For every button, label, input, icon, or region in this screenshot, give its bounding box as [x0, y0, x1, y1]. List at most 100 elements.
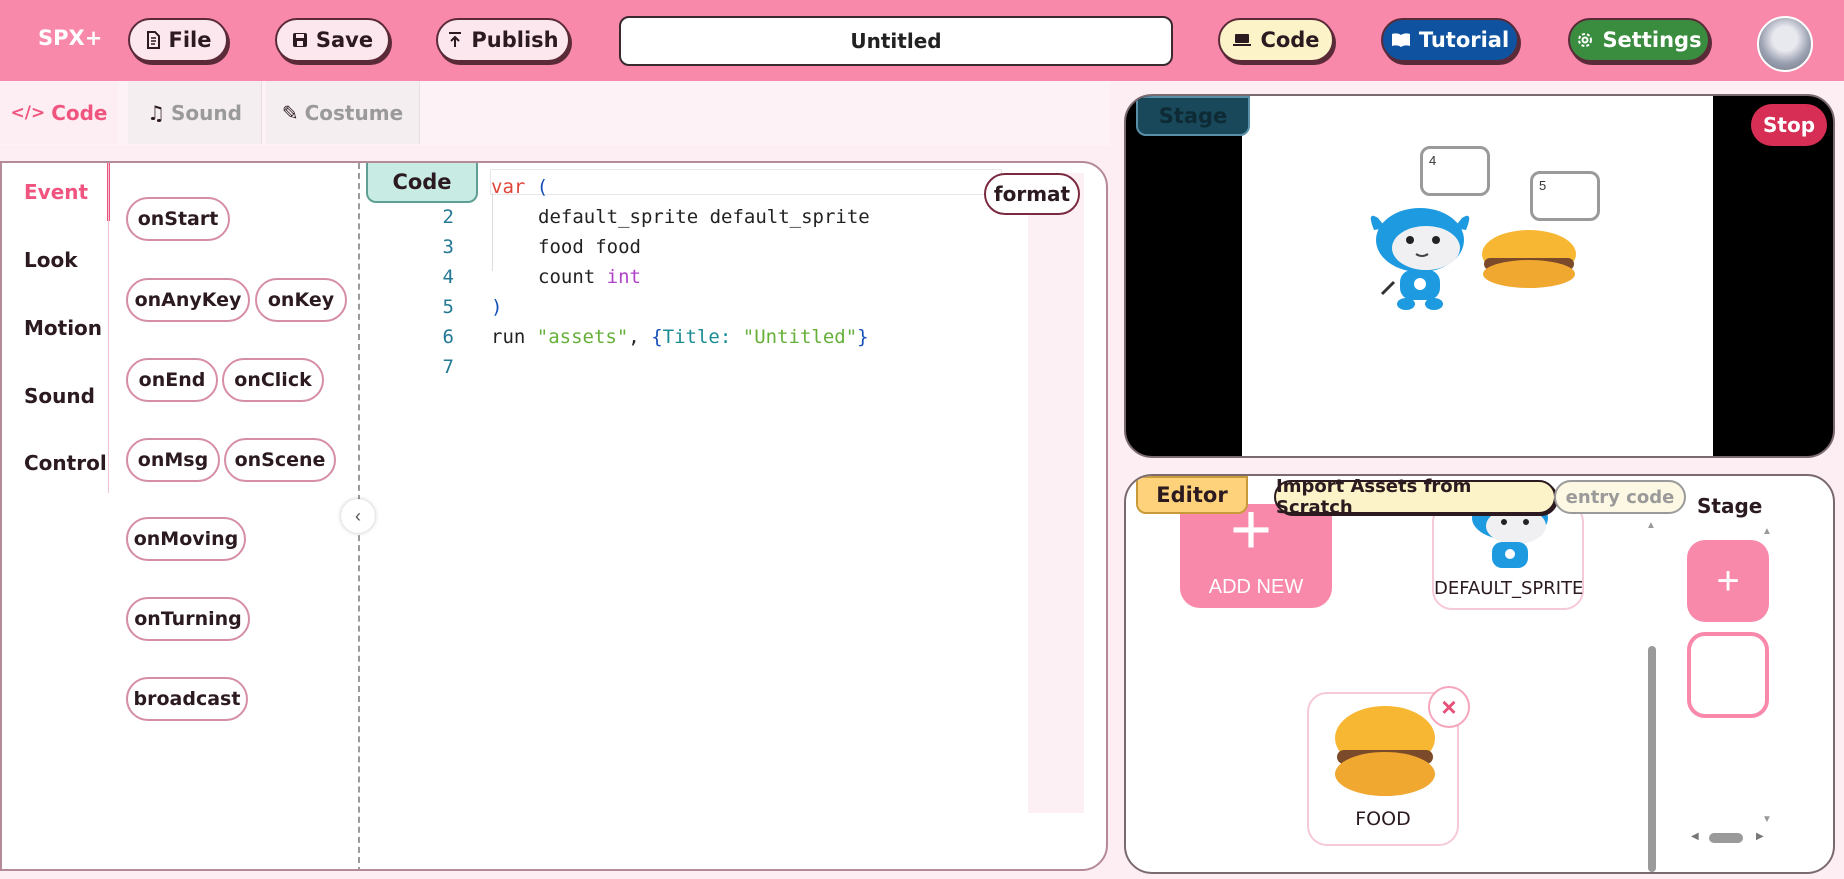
- stage-canvas[interactable]: 4 5: [1242, 96, 1713, 456]
- code-editor[interactable]: 2 3 4 5 6 7 var ( default_sprite default…: [366, 163, 1091, 813]
- add-new-sprite-button[interactable]: + ADD NEW: [1180, 494, 1332, 608]
- format-button[interactable]: format: [984, 173, 1080, 215]
- category-event[interactable]: Event: [24, 180, 88, 204]
- bracket: }: [857, 326, 869, 348]
- plus-icon: +: [1716, 558, 1740, 603]
- block-onkey[interactable]: onKey: [255, 278, 347, 322]
- file-button-label: File: [168, 28, 212, 52]
- block-onanykey[interactable]: onAnyKey: [126, 278, 250, 322]
- chevron-left-icon: ‹: [355, 505, 361, 526]
- code-icon: </>: [10, 102, 46, 123]
- block-broadcast[interactable]: broadcast: [126, 677, 248, 721]
- block-onmoving[interactable]: onMoving: [126, 517, 246, 561]
- string: "assets": [536, 326, 629, 348]
- music-note-icon: ♫: [147, 100, 165, 125]
- default-sprite-image: [1370, 208, 1470, 310]
- code-line-4: count int: [538, 266, 641, 288]
- current-line-highlight: [490, 169, 1002, 195]
- gear-icon: [1578, 33, 1593, 47]
- line-number: 7: [442, 356, 454, 378]
- side-stage-label: Stage: [1697, 494, 1763, 518]
- import-assets-button[interactable]: Import Assets from Scratch: [1274, 476, 1556, 518]
- scroll-right-arrow-icon: ▶: [1756, 831, 1764, 842]
- settings-label: Settings: [1602, 28, 1702, 52]
- tab-costume[interactable]: ✎ Costume: [266, 81, 420, 144]
- bracket: {: [651, 326, 663, 348]
- tutorial-label: Tutorial: [1418, 28, 1510, 52]
- minimap[interactable]: [1028, 173, 1084, 813]
- code-line-1: var (: [491, 176, 548, 198]
- logo: SPX+: [38, 26, 103, 50]
- identifier: count: [538, 266, 596, 288]
- punctuation: :: [719, 326, 732, 348]
- sprite-editor-panel: + ADD NEW DEFAULT_SPRITE FOOD × ▲ Editor…: [1124, 474, 1835, 874]
- save-icon: [292, 33, 307, 47]
- upload-icon: [449, 32, 462, 47]
- avatar[interactable]: [1757, 16, 1813, 72]
- sprite-card-default-sprite[interactable]: DEFAULT_SPRITE: [1432, 502, 1584, 610]
- backdrop-card[interactable]: [1687, 632, 1769, 718]
- keyword: var: [491, 176, 526, 198]
- scroll-up-arrow-icon: ▲: [1762, 526, 1772, 537]
- editor-panel-label: Editor: [1136, 476, 1248, 514]
- type: int: [606, 266, 641, 288]
- code-line-6: run "assets", {Title: "Untitled"}: [491, 326, 869, 348]
- line-number: 6: [442, 326, 454, 348]
- add-new-label: ADD NEW: [1208, 576, 1304, 598]
- category-motion[interactable]: Motion: [24, 316, 102, 340]
- sprite-list-scrollbar[interactable]: ▲: [1646, 520, 1656, 872]
- stage-panel-label: Stage: [1136, 96, 1250, 136]
- code-mode-button[interactable]: Code: [1218, 18, 1334, 62]
- close-icon: ×: [1441, 691, 1457, 722]
- file-button[interactable]: File: [128, 18, 228, 62]
- line-number: 5: [442, 296, 454, 318]
- food-sprite-image: [1482, 230, 1576, 288]
- sprite-name: DEFAULT_SPRITE: [1434, 578, 1584, 599]
- speech-bubble: 5: [1530, 171, 1600, 221]
- block-onclick[interactable]: onClick: [222, 358, 324, 402]
- line-number: 3: [442, 236, 454, 258]
- tab-sound[interactable]: ♫ Sound: [128, 81, 262, 144]
- code-mode-label: Code: [1260, 28, 1320, 52]
- publish-button[interactable]: Publish: [436, 18, 570, 62]
- tab-costume-label: Costume: [304, 100, 404, 125]
- scrollbar-thumb[interactable]: [1648, 646, 1656, 872]
- category-look[interactable]: Look: [24, 248, 78, 272]
- top-bar: SPX+ File Save Publish Untitled Code Tut…: [0, 0, 1844, 81]
- string: "Untitled": [742, 326, 858, 348]
- save-button-label: Save: [315, 28, 374, 52]
- speech-bubble: 4: [1420, 146, 1490, 196]
- delete-sprite-button[interactable]: ×: [1428, 686, 1470, 728]
- bracket: ): [491, 296, 503, 318]
- block-onscene[interactable]: onScene: [224, 438, 336, 482]
- file-icon: [146, 31, 160, 49]
- code-panel: Event Look Motion Sound Control onStart …: [0, 161, 1108, 871]
- block-onturning[interactable]: onTurning: [126, 597, 250, 641]
- add-backdrop-button[interactable]: +: [1687, 540, 1769, 622]
- block-onmsg[interactable]: onMsg: [126, 438, 220, 482]
- brush-icon: ✎: [281, 100, 299, 125]
- settings-button[interactable]: Settings: [1568, 18, 1710, 62]
- entry-code-button[interactable]: entry code: [1554, 480, 1686, 514]
- stop-button[interactable]: Stop: [1751, 104, 1827, 146]
- project-title-input[interactable]: Untitled: [619, 16, 1173, 66]
- tutorial-button[interactable]: Tutorial: [1381, 18, 1519, 62]
- block-onend[interactable]: onEnd: [126, 358, 218, 402]
- code-line-2: default_sprite default_sprite: [538, 206, 870, 228]
- block-onstart[interactable]: onStart: [126, 197, 230, 241]
- scroll-left-arrow-icon: ◀: [1691, 831, 1699, 842]
- save-button[interactable]: Save: [275, 18, 390, 62]
- horizontal-scrollbar-thumb[interactable]: [1709, 833, 1743, 843]
- tab-code-label: Code: [51, 100, 108, 125]
- food-sprite-thumbnail: [1335, 706, 1435, 796]
- tab-sound-label: Sound: [171, 100, 242, 125]
- category-sound[interactable]: Sound: [24, 384, 95, 408]
- category-control[interactable]: Control: [24, 451, 107, 475]
- scroll-up-arrow-icon: ▲: [1646, 520, 1656, 531]
- book-icon: [1391, 33, 1410, 47]
- key: Title: [662, 326, 720, 348]
- punctuation: ,: [628, 326, 640, 348]
- code-line-5: ): [491, 296, 502, 318]
- code-editor-label: Code: [366, 163, 478, 203]
- tab-code[interactable]: </> Code: [0, 81, 118, 144]
